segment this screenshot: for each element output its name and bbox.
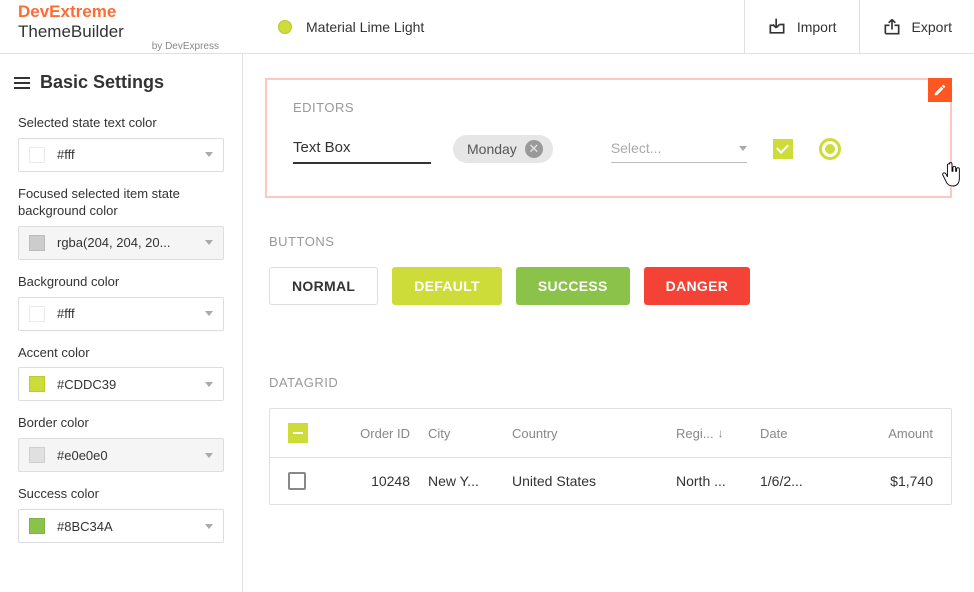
color-swatch	[29, 235, 45, 251]
setting-item: Selected state text color #fff	[0, 107, 242, 178]
setting-item: Background color #fff	[0, 266, 242, 337]
top-bar: DevExtreme ThemeBuilder by DevExpress Ma…	[0, 0, 974, 54]
color-value: #8BC34A	[57, 519, 205, 534]
color-swatch	[29, 518, 45, 534]
datagrid-header: Order ID City Country Regi...↓ Date Amou…	[270, 409, 951, 458]
sidebar-title: Basic Settings	[40, 72, 164, 93]
tag-label: Monday	[467, 141, 517, 157]
setting-label: Border color	[18, 415, 224, 432]
color-value: rgba(204, 204, 20...	[57, 235, 205, 250]
sort-desc-icon: ↓	[718, 426, 724, 440]
chevron-down-icon	[205, 382, 213, 387]
chevron-down-icon	[205, 311, 213, 316]
cell-region: North ...	[676, 473, 748, 489]
setting-label: Selected state text color	[18, 115, 224, 132]
setting-label: Success color	[18, 486, 224, 503]
textbox-input[interactable]: Text Box	[293, 133, 431, 164]
select-placeholder: Select...	[611, 140, 662, 156]
chevron-down-icon	[205, 524, 213, 529]
chevron-down-icon	[205, 240, 213, 245]
col-city[interactable]: City	[428, 426, 506, 441]
checkbox-select-all[interactable]	[288, 423, 308, 443]
color-swatch	[29, 447, 45, 463]
color-picker-input[interactable]: #fff	[18, 297, 224, 331]
import-icon	[767, 17, 787, 37]
chevron-down-icon	[739, 146, 747, 151]
color-swatch	[29, 147, 45, 163]
editors-panel: EDITORS Text Box Monday ✕ Select...	[265, 78, 952, 198]
danger-button[interactable]: DANGER	[644, 267, 750, 305]
col-country[interactable]: Country	[512, 426, 670, 441]
editors-label: EDITORS	[293, 100, 924, 115]
brand-dev: DevExtreme	[18, 2, 116, 21]
sidebar: Basic Settings Selected state text color…	[0, 54, 243, 592]
export-icon	[882, 17, 902, 37]
color-picker-input[interactable]: #e0e0e0	[18, 438, 224, 472]
color-swatch	[29, 306, 45, 322]
export-button[interactable]: Export	[859, 0, 974, 54]
buttons-section: BUTTONS NORMAL DEFAULT SUCCESS DANGER	[265, 234, 952, 305]
cell-city: New Y...	[428, 473, 506, 489]
cell-country: United States	[512, 473, 670, 489]
col-amount[interactable]: Amount	[824, 426, 933, 441]
checkbox-input[interactable]	[773, 139, 793, 159]
tag-remove-icon[interactable]: ✕	[525, 140, 543, 158]
color-value: #CDDC39	[57, 377, 205, 392]
normal-button[interactable]: NORMAL	[269, 267, 378, 305]
setting-item: Border color #e0e0e0	[0, 407, 242, 478]
datagrid: Order ID City Country Regi...↓ Date Amou…	[269, 408, 952, 505]
color-picker-input[interactable]: #CDDC39	[18, 367, 224, 401]
edit-panel-button[interactable]	[928, 78, 952, 102]
setting-label: Background color	[18, 274, 224, 291]
color-swatch	[29, 376, 45, 392]
setting-label: Focused selected item state background c…	[18, 186, 224, 220]
col-order-id[interactable]: Order ID	[338, 426, 410, 441]
chevron-down-icon	[205, 453, 213, 458]
chevron-down-icon	[205, 152, 213, 157]
setting-item: Accent color #CDDC39	[0, 337, 242, 408]
import-label: Import	[797, 19, 837, 35]
success-button[interactable]: SUCCESS	[516, 267, 630, 305]
theme-name[interactable]: Material Lime Light	[306, 19, 424, 35]
brand-builder: ThemeBuilder	[18, 22, 124, 41]
table-row[interactable]: 10248 New Y... United States North ... 1/6/2…	[270, 458, 951, 504]
brand-sub: by DevExpress	[18, 41, 225, 52]
tag-chip[interactable]: Monday ✕	[453, 135, 553, 163]
color-value: #fff	[57, 306, 205, 321]
color-value: #e0e0e0	[57, 448, 205, 463]
col-date[interactable]: Date	[760, 426, 824, 441]
cell-order-id: 10248	[338, 473, 410, 489]
color-picker-input[interactable]: #8BC34A	[18, 509, 224, 543]
color-picker-input[interactable]: rgba(204, 204, 20...	[18, 226, 224, 260]
col-region[interactable]: Regi...↓	[676, 426, 748, 441]
datagrid-section: DATAGRID Order ID City Country Regi...↓ …	[265, 375, 952, 505]
color-picker-input[interactable]: #fff	[18, 138, 224, 172]
default-button[interactable]: DEFAULT	[392, 267, 502, 305]
color-value: #fff	[57, 147, 205, 162]
menu-icon[interactable]	[14, 77, 30, 89]
cell-date: 1/6/2...	[760, 473, 824, 489]
content: EDITORS Text Box Monday ✕ Select... BUTT…	[243, 54, 974, 592]
setting-item: Focused selected item state background c…	[0, 178, 242, 266]
datagrid-label: DATAGRID	[269, 375, 952, 390]
select-input[interactable]: Select...	[611, 134, 747, 163]
setting-label: Accent color	[18, 345, 224, 362]
export-label: Export	[912, 19, 952, 35]
setting-item: Success color #8BC34A	[0, 478, 242, 549]
import-button[interactable]: Import	[744, 0, 859, 54]
radio-input[interactable]	[819, 138, 841, 160]
cell-amount: $1,740	[824, 473, 933, 489]
buttons-label: BUTTONS	[269, 234, 952, 249]
theme-dot-icon	[278, 20, 292, 34]
row-checkbox[interactable]	[288, 472, 306, 490]
pencil-icon	[933, 83, 947, 97]
brand: DevExtreme ThemeBuilder by DevExpress	[0, 2, 243, 52]
